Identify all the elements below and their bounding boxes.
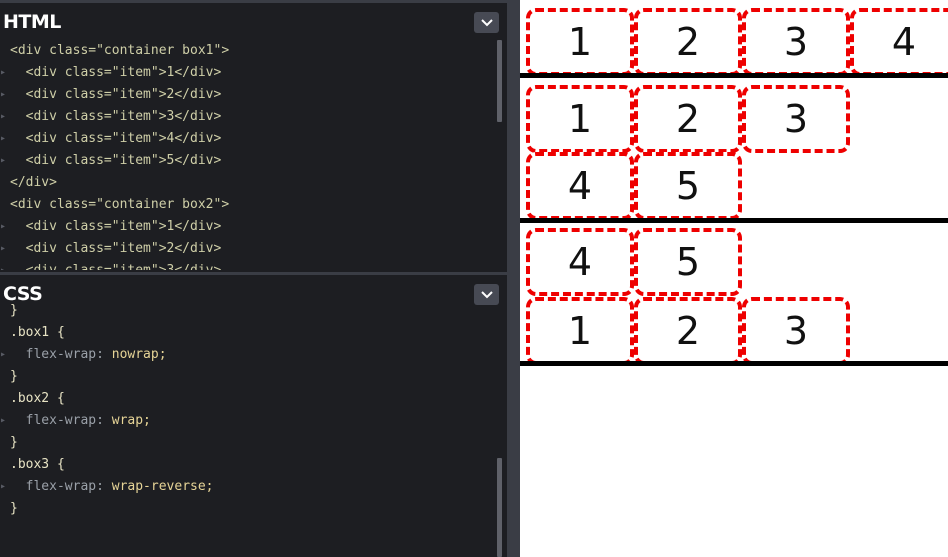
css-selector: .box3 { <box>10 457 65 472</box>
code-line: <div class="container box1"> <box>0 40 507 62</box>
box3-item: 5 <box>634 228 742 296</box>
code-line: ▸ flex-wrap: nowrap; <box>0 344 507 366</box>
code-line: } <box>0 300 507 322</box>
code-line: ▸ <div class="item">2</div> <box>0 84 507 106</box>
code-line: ▸ <div class="item">5</div> <box>0 150 507 172</box>
css-selector: } <box>10 369 18 384</box>
box3-item: 4 <box>526 228 634 296</box>
code-text: <div class="container box2"> <box>10 197 230 212</box>
code-text: </div> <box>10 175 57 190</box>
css-selector: } <box>10 501 18 516</box>
fold-gutter-icon: ▸ <box>0 89 7 100</box>
code-text: <div class="item">4</div> <box>10 131 222 146</box>
box1-item: 1 <box>526 8 634 76</box>
code-line: ▸ <div class="item">3</div> <box>0 260 507 270</box>
code-line: ▸ <div class="item">1</div> <box>0 216 507 238</box>
code-line: } <box>0 366 507 388</box>
html-pane-collapse-button[interactable] <box>474 12 499 33</box>
code-text: <div class="container box1"> <box>10 43 230 58</box>
html-code-editor[interactable]: <div class="container box1"> ▸ <div class… <box>0 40 507 270</box>
code-line: } <box>0 432 507 454</box>
box2-item: 3 <box>742 85 850 153</box>
box2-item: 5 <box>634 152 742 220</box>
code-text: <div class="item">2</div> <box>10 241 222 256</box>
pane-divider[interactable] <box>507 0 520 557</box>
fold-gutter-icon: ▸ <box>0 260 8 270</box>
css-pane: CSS } .box1 {▸ flex-wrap: nowrap;} .box2 {… <box>0 272 507 557</box>
box2-bottom-border <box>520 218 948 223</box>
fold-gutter-icon: ▸ <box>0 221 7 232</box>
box2-item: 4 <box>526 152 634 220</box>
code-text: <div class="item">5</div> <box>10 153 222 168</box>
fold-gutter-icon: ▸ <box>0 349 7 360</box>
html-pane: HTML <div class="container box1"> ▸ <div … <box>0 0 507 270</box>
fold-gutter-icon: ▸ <box>0 481 7 492</box>
html-scrollbar[interactable] <box>497 40 502 122</box>
css-selector: } <box>10 435 18 450</box>
code-line: </div> <box>0 172 507 194</box>
editor-panel: HTML <div class="container box1"> ▸ <div … <box>0 0 507 557</box>
box2-item: 1 <box>526 85 634 153</box>
chevron-down-icon <box>480 290 493 298</box>
code-line: ▸ <div class="item">3</div> <box>0 106 507 128</box>
box1-item: 3 <box>742 8 850 76</box>
fold-gutter-icon: ▸ <box>0 133 7 144</box>
code-line: ▸ <div class="item">1</div> <box>0 62 507 84</box>
css-property: flex-wrap: <box>10 347 112 362</box>
box2-item: 2 <box>634 85 742 153</box>
code-line: ▸ <div class="item">2</div> <box>0 238 507 260</box>
box3-item: 3 <box>742 297 850 365</box>
html-pane-header: HTML <box>0 0 507 40</box>
fold-gutter-icon: ▸ <box>0 415 7 426</box>
html-pane-title: HTML <box>3 11 61 33</box>
code-text: <div class="item">3</div> <box>10 109 222 124</box>
css-value: nowrap; <box>111 347 167 362</box>
result-preview: 12341234545123 <box>520 0 948 557</box>
box1-bottom-border <box>520 73 948 78</box>
css-code-editor[interactable]: } .box1 {▸ flex-wrap: nowrap;} .box2 {▸ fl… <box>0 300 507 520</box>
css-property: flex-wrap: <box>10 479 112 494</box>
code-line: <div class="container box2"> <box>0 194 507 216</box>
css-selector: .box1 { <box>10 325 65 340</box>
box3-item: 1 <box>526 297 634 365</box>
box1-item: 4 <box>850 8 948 76</box>
code-line: ▸ flex-wrap: wrap; <box>0 410 507 432</box>
fold-gutter-icon: ▸ <box>0 243 7 254</box>
code-line: ▸ <div class="item">4</div> <box>0 128 507 150</box>
code-text: <div class="item">1</div> <box>10 219 222 234</box>
css-value: wrap; <box>111 413 151 428</box>
fold-gutter-icon: ▸ <box>0 111 7 122</box>
css-scrollbar[interactable] <box>497 458 502 557</box>
code-line: } <box>0 498 507 520</box>
css-property: flex-wrap: <box>10 413 112 428</box>
code-line: ▸ flex-wrap: wrap-reverse; <box>0 476 507 498</box>
box3-bottom-border <box>520 361 948 366</box>
box1-item: 2 <box>634 8 742 76</box>
fold-gutter-icon: ▸ <box>0 155 7 166</box>
code-line: .box1 { <box>0 322 507 344</box>
css-selector: .box2 { <box>10 391 65 406</box>
code-text: <div class="item">1</div> <box>10 65 222 80</box>
code-text: <div class="item">3</div> <box>10 263 222 270</box>
box3-item: 2 <box>634 297 742 365</box>
code-text: <div class="item">2</div> <box>10 87 222 102</box>
code-line: .box2 { <box>0 388 507 410</box>
code-line: .box3 { <box>0 454 507 476</box>
fold-gutter-icon: ▸ <box>0 67 7 78</box>
css-selector: } <box>10 303 18 318</box>
chevron-down-icon <box>480 18 493 26</box>
css-value: wrap-reverse; <box>111 479 214 494</box>
